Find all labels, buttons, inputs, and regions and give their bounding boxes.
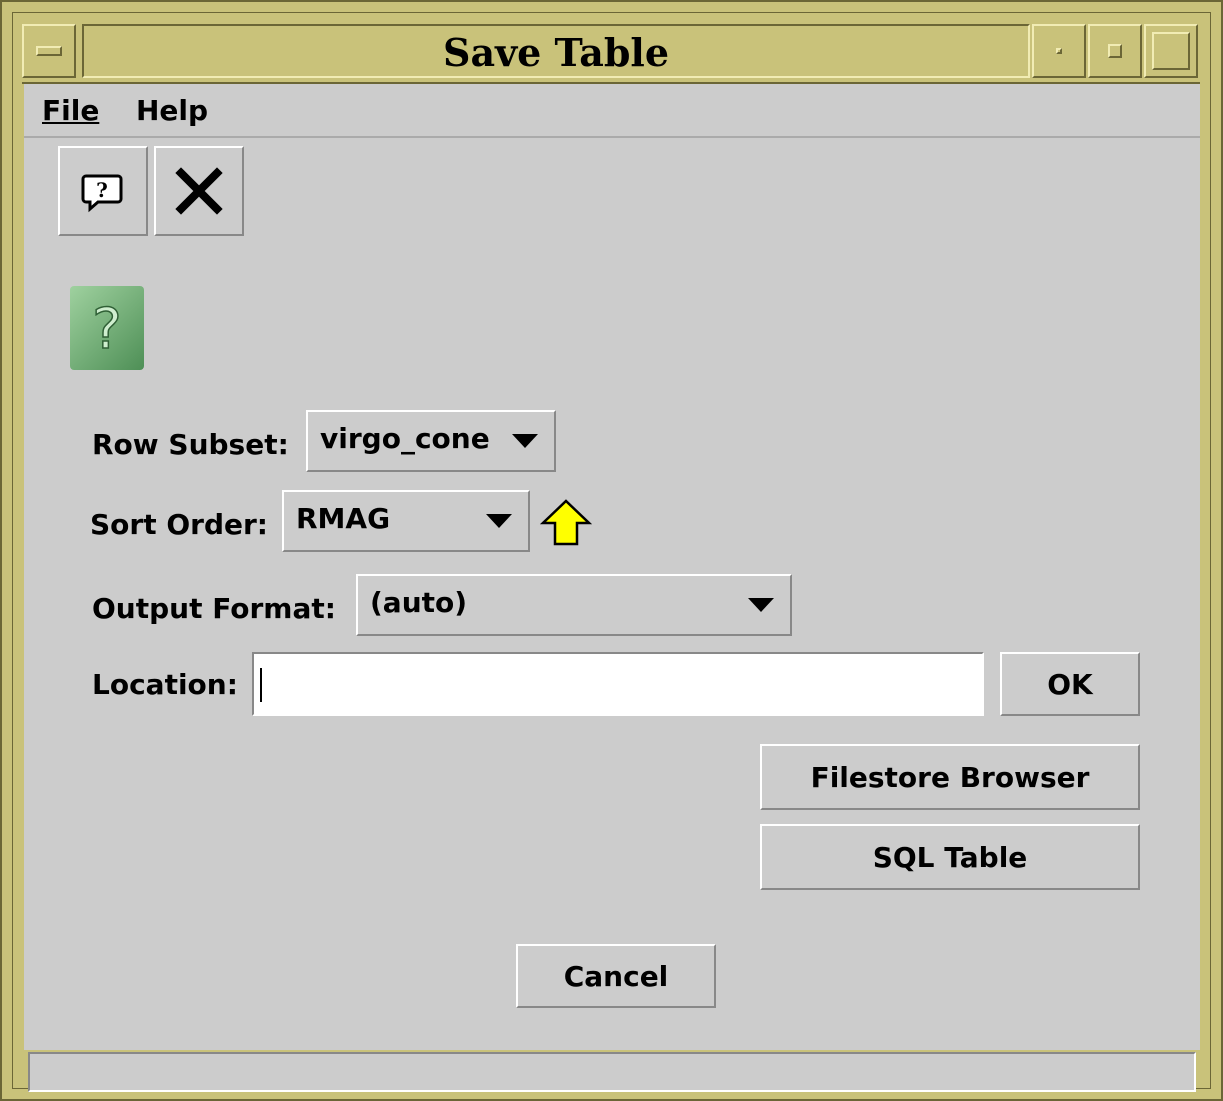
maximize-icon bbox=[1108, 44, 1122, 58]
help-toolbar-button[interactable]: ? bbox=[58, 146, 148, 236]
close-toolbar-button[interactable] bbox=[154, 146, 244, 236]
output-format-value: (auto) bbox=[370, 586, 468, 619]
window-menu-button[interactable] bbox=[22, 24, 76, 78]
sort-order-select[interactable]: RMAG bbox=[282, 490, 530, 552]
menu-bar: File Help bbox=[24, 84, 1200, 138]
menu-help[interactable]: Help bbox=[136, 94, 208, 127]
menu-file[interactable]: File bbox=[42, 94, 99, 127]
window-title: Save Table bbox=[82, 24, 1030, 78]
help-info-icon: ? bbox=[70, 286, 144, 370]
sort-order-label: Sort Order: bbox=[90, 508, 268, 541]
chevron-down-icon bbox=[748, 598, 774, 612]
text-caret bbox=[260, 668, 262, 702]
sort-direction-toggle[interactable] bbox=[539, 498, 593, 548]
menu-help-label: Help bbox=[136, 94, 209, 127]
title-bar[interactable]: Save Table bbox=[22, 24, 1200, 84]
cancel-button[interactable]: Cancel bbox=[516, 944, 716, 1008]
menu-file-label: File bbox=[42, 94, 100, 127]
filestore-browser-button[interactable]: Filestore Browser bbox=[760, 744, 1140, 810]
close-window-icon bbox=[1152, 32, 1190, 70]
ok-button[interactable]: OK bbox=[1000, 652, 1140, 716]
row-subset-value: virgo_cone bbox=[320, 422, 490, 455]
minimize-icon bbox=[1056, 48, 1062, 54]
help-icon: ? bbox=[81, 174, 123, 213]
ascending-arrow-icon bbox=[539, 499, 593, 546]
svg-text:?: ? bbox=[96, 178, 108, 202]
maximize-button[interactable] bbox=[1088, 24, 1142, 78]
row-subset-label: Row Subset: bbox=[92, 428, 289, 461]
output-format-label: Output Format: bbox=[92, 592, 336, 625]
dialog-content: File Help ? ? Row Subset: virgo_cone Sor… bbox=[24, 84, 1200, 1092]
sort-order-value: RMAG bbox=[296, 502, 391, 535]
svg-text:?: ? bbox=[92, 297, 122, 362]
chevron-down-icon bbox=[512, 434, 538, 448]
status-bar bbox=[28, 1052, 1196, 1092]
location-input[interactable] bbox=[252, 652, 984, 716]
location-label: Location: bbox=[92, 668, 238, 701]
chevron-down-icon bbox=[486, 514, 512, 528]
sql-table-button[interactable]: SQL Table bbox=[760, 824, 1140, 890]
row-subset-select[interactable]: virgo_cone bbox=[306, 410, 556, 472]
window-menu-icon bbox=[36, 46, 62, 56]
close-window-button[interactable] bbox=[1144, 24, 1198, 78]
close-icon bbox=[175, 167, 223, 215]
output-format-select[interactable]: (auto) bbox=[356, 574, 792, 636]
minimize-button[interactable] bbox=[1032, 24, 1086, 78]
